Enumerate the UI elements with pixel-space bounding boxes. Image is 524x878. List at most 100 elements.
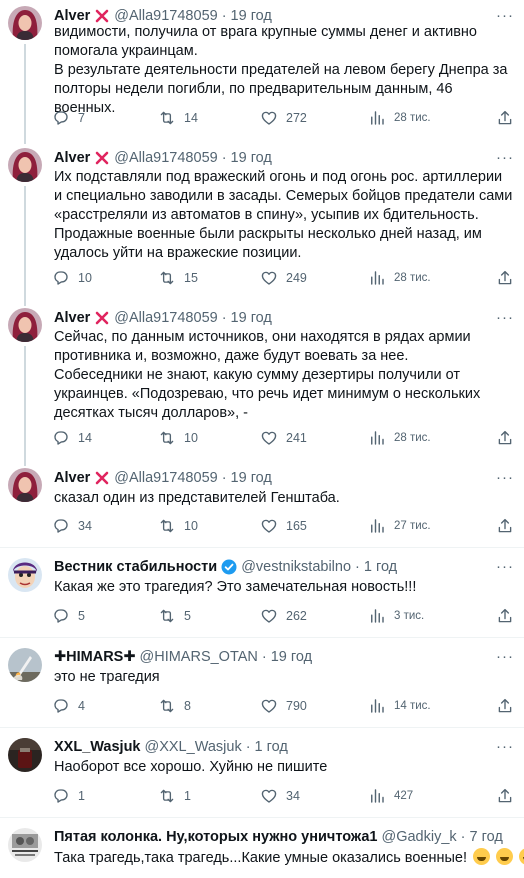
timestamp[interactable]: 1 год: [364, 557, 397, 577]
thread-line: [24, 186, 26, 306]
more-options-icon[interactable]: ···: [496, 308, 514, 328]
author-name[interactable]: Пятая колонка. Ну,которых нужно уничтожа…: [54, 827, 378, 847]
avatar[interactable]: [8, 648, 42, 682]
retweet-count: 10: [184, 519, 198, 533]
share-button[interactable]: [496, 786, 522, 806]
reply-icon: [54, 699, 68, 713]
retweet-icon: [160, 699, 174, 713]
tweet[interactable]: Alver @Alla91748059 · 19 год ··· видимос…: [0, 0, 524, 144]
reply-button[interactable]: 4: [52, 696, 85, 716]
tweet-actions: 14 10 241 28 тис.: [52, 428, 518, 448]
tweet[interactable]: Alver @Alla91748059 · 19 год ··· Их подс…: [0, 140, 524, 306]
author-handle[interactable]: @HIMARS_OTAN: [140, 647, 258, 667]
retweet-button[interactable]: 5: [158, 606, 191, 626]
more-options-icon[interactable]: ···: [496, 468, 514, 488]
tweet-header: XXL_Wasjuk @XXL_Wasjuk · 1 год: [54, 737, 516, 757]
share-button[interactable]: [496, 516, 522, 536]
tweet[interactable]: Alver @Alla91748059 · 19 год ··· Сейчас,…: [0, 300, 524, 466]
more-options-icon[interactable]: ···: [496, 148, 514, 168]
woman-red-hair-avatar: [8, 308, 42, 342]
tweet-feed: Alver @Alla91748059 · 19 год ··· видимос…: [0, 0, 524, 878]
timestamp[interactable]: 19 год: [231, 468, 272, 488]
share-button[interactable]: [496, 606, 522, 626]
tweet-actions: 5 5 262 3 тис.: [52, 606, 518, 626]
tweet[interactable]: XXL_Wasjuk @XXL_Wasjuk · 1 год ··· Наобо…: [0, 728, 524, 818]
author-name[interactable]: Alver: [54, 308, 90, 328]
share-button[interactable]: [496, 268, 522, 288]
views-button[interactable]: 427: [368, 786, 413, 806]
timestamp[interactable]: 19 год: [271, 647, 312, 667]
timestamp[interactable]: 7 год: [470, 827, 503, 847]
timestamp[interactable]: 1 год: [255, 737, 288, 757]
like-button[interactable]: 249: [260, 268, 307, 288]
tweet[interactable]: Вестник стабильности @vestnikstabilno · …: [0, 548, 524, 638]
tweet-text: Их подставляли под вражеский огонь и под…: [54, 169, 513, 261]
author-name[interactable]: XXL_Wasjuk: [54, 737, 141, 757]
retweet-button[interactable]: 10: [158, 428, 198, 448]
avatar[interactable]: [8, 558, 42, 592]
separator-dot: ·: [221, 150, 227, 166]
views-chart-icon: [371, 431, 384, 445]
timestamp[interactable]: 19 год: [231, 148, 272, 168]
author-handle[interactable]: @vestnikstabilno: [241, 557, 351, 577]
views-button[interactable]: 28 тис.: [368, 268, 431, 288]
author-handle[interactable]: @Alla91748059: [114, 468, 217, 488]
reply-button[interactable]: 34: [52, 516, 92, 536]
share-icon: [498, 788, 512, 803]
like-button[interactable]: 241: [260, 428, 307, 448]
reply-button[interactable]: 5: [52, 606, 85, 626]
more-options-icon[interactable]: ···: [496, 737, 514, 757]
like-button[interactable]: 34: [260, 786, 300, 806]
separator-dot: ·: [460, 829, 466, 845]
like-button[interactable]: 165: [260, 516, 307, 536]
views-button[interactable]: 3 тис.: [368, 606, 424, 626]
avatar[interactable]: [8, 148, 42, 182]
retweet-button[interactable]: 15: [158, 268, 198, 288]
avatar[interactable]: [8, 738, 42, 772]
tweet-actions: 7 14 272 28 тис.: [52, 108, 518, 128]
author-name[interactable]: ✚HIMARS✚: [54, 647, 136, 667]
reply-button[interactable]: 14: [52, 428, 92, 448]
author-handle[interactable]: @Gadkiy_k: [382, 827, 457, 847]
share-button[interactable]: [496, 108, 522, 128]
author-handle[interactable]: @Alla91748059: [114, 148, 217, 168]
like-button[interactable]: 262: [260, 606, 307, 626]
like-button[interactable]: 790: [260, 696, 307, 716]
views-button[interactable]: 28 тис.: [368, 428, 431, 448]
avatar[interactable]: [8, 6, 42, 40]
share-button[interactable]: [496, 428, 522, 448]
tweet-text-container: Така трагедь,така трагедь...Какие умные …: [54, 848, 524, 868]
author-name[interactable]: Alver: [54, 148, 90, 168]
reply-button[interactable]: 1: [52, 786, 85, 806]
share-icon: [498, 608, 512, 623]
thread-line: [24, 346, 26, 466]
retweet-button[interactable]: 10: [158, 516, 198, 536]
author-handle[interactable]: @XXL_Wasjuk: [145, 737, 242, 757]
tweet[interactable]: ✚HIMARS✚ @HIMARS_OTAN · 19 год ··· это н…: [0, 638, 524, 728]
avatar[interactable]: [8, 828, 42, 862]
like-button[interactable]: 272: [260, 108, 307, 128]
author-handle[interactable]: @Alla91748059: [114, 308, 217, 328]
author-name[interactable]: Alver: [54, 468, 90, 488]
reply-button[interactable]: 7: [52, 108, 85, 128]
views-button[interactable]: 14 тис.: [368, 696, 431, 716]
tweet[interactable]: Пятая колонка. Ну,которых нужно уничтожа…: [0, 818, 524, 878]
timestamp[interactable]: 19 год: [231, 308, 272, 328]
retweet-button[interactable]: 8: [158, 696, 191, 716]
retweet-icon: [160, 609, 174, 623]
views-button[interactable]: 27 тис.: [368, 516, 431, 536]
more-options-icon[interactable]: ···: [496, 647, 514, 667]
reply-count: 10: [78, 271, 92, 285]
author-name[interactable]: Вестник стабильности: [54, 557, 217, 577]
more-options-icon[interactable]: ···: [496, 557, 514, 577]
reply-count: 1: [78, 789, 85, 803]
tweet[interactable]: Alver @Alla91748059 · 19 год ··· сказал …: [0, 460, 524, 548]
reply-button[interactable]: 10: [52, 268, 92, 288]
like-count: 165: [286, 519, 307, 533]
retweet-button[interactable]: 14: [158, 108, 198, 128]
retweet-button[interactable]: 1: [158, 786, 191, 806]
avatar[interactable]: [8, 468, 42, 502]
avatar[interactable]: [8, 308, 42, 342]
share-button[interactable]: [496, 696, 522, 716]
views-button[interactable]: 28 тис.: [368, 108, 431, 128]
